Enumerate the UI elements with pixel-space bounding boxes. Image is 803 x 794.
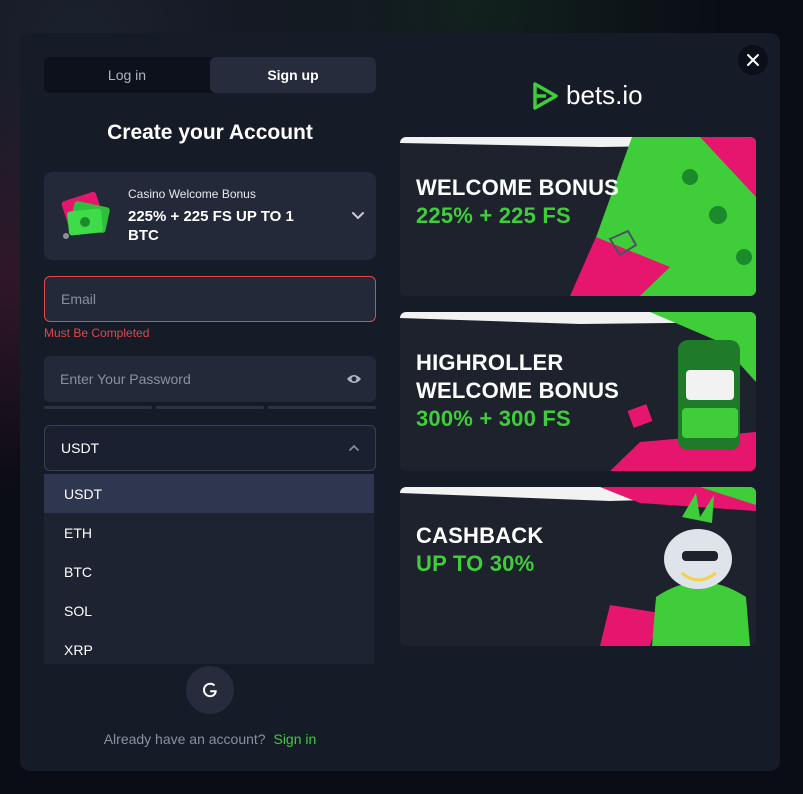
strength-segment: [44, 406, 152, 409]
password-input[interactable]: [60, 371, 346, 387]
banner-title: CASHBACK: [416, 523, 544, 548]
bonus-money-icon: [61, 191, 110, 239]
bonus-subtitle: Casino Welcome Bonus: [128, 187, 256, 201]
banner-welcome-bonus[interactable]: WELCOME BONUS 225% + 225 FS: [400, 137, 756, 296]
strength-segment: [268, 406, 376, 409]
bets-logo-icon: [533, 81, 558, 110]
strength-segment: [156, 406, 264, 409]
currency-option-eth[interactable]: ETH: [44, 513, 374, 552]
email-input[interactable]: [61, 291, 375, 307]
auth-tabs: Log in Sign up: [44, 57, 376, 93]
tab-signup[interactable]: Sign up: [210, 57, 376, 93]
close-button[interactable]: [738, 45, 768, 75]
banner-subtitle: WELCOME BONUS: [416, 378, 620, 403]
password-strength-bar: [44, 406, 376, 409]
banner-offer: 225% + 225 FS: [416, 203, 571, 228]
banner-highroller[interactable]: HIGHROLLER WELCOME BONUS 300% + 300 FS: [400, 312, 756, 471]
chevron-down-icon: [352, 212, 364, 220]
email-field[interactable]: [44, 276, 376, 322]
currency-option-btc[interactable]: BTC: [44, 552, 374, 591]
currency-selected: USDT: [61, 440, 100, 456]
banner-title: WELCOME BONUS: [416, 175, 620, 200]
signup-modal: Log in Sign up Create your Account Casin…: [20, 33, 780, 771]
google-signin-button[interactable]: [186, 666, 234, 714]
email-error: Must Be Completed: [44, 326, 150, 340]
bonus-offer: 225% + 225 FS UP TO 1 BTC: [128, 208, 294, 244]
google-icon: [203, 682, 217, 698]
banner-offer: UP TO 30%: [416, 551, 535, 576]
eye-icon[interactable]: [346, 373, 362, 385]
currency-dropdown: USDT ETH BTC SOL XRP: [44, 474, 374, 664]
signin-link[interactable]: Sign in: [273, 731, 316, 747]
signin-row: Already have an account? Sign in: [44, 731, 376, 747]
currency-option-sol[interactable]: SOL: [44, 591, 374, 630]
tab-login[interactable]: Log in: [44, 57, 210, 93]
close-icon: [747, 54, 759, 66]
signin-prompt: Already have an account?: [103, 731, 266, 747]
banner-offer: 300% + 300 FS: [416, 406, 571, 431]
banner-title: HIGHROLLER: [416, 350, 564, 375]
page-title: Create your Account: [107, 121, 313, 144]
banner-cashback[interactable]: CASHBACK UP TO 30%: [400, 487, 756, 646]
currency-select[interactable]: USDT: [44, 425, 376, 471]
bonus-selector[interactable]: Casino Welcome Bonus 225% + 225 FS UP TO…: [44, 172, 376, 260]
brand-name: bets.io: [566, 80, 643, 110]
chevron-up-icon: [349, 445, 359, 451]
brand-logo: bets.io: [530, 80, 643, 111]
password-field[interactable]: [44, 356, 376, 402]
currency-option-usdt[interactable]: USDT: [44, 474, 374, 513]
currency-option-xrp[interactable]: XRP: [44, 630, 374, 664]
